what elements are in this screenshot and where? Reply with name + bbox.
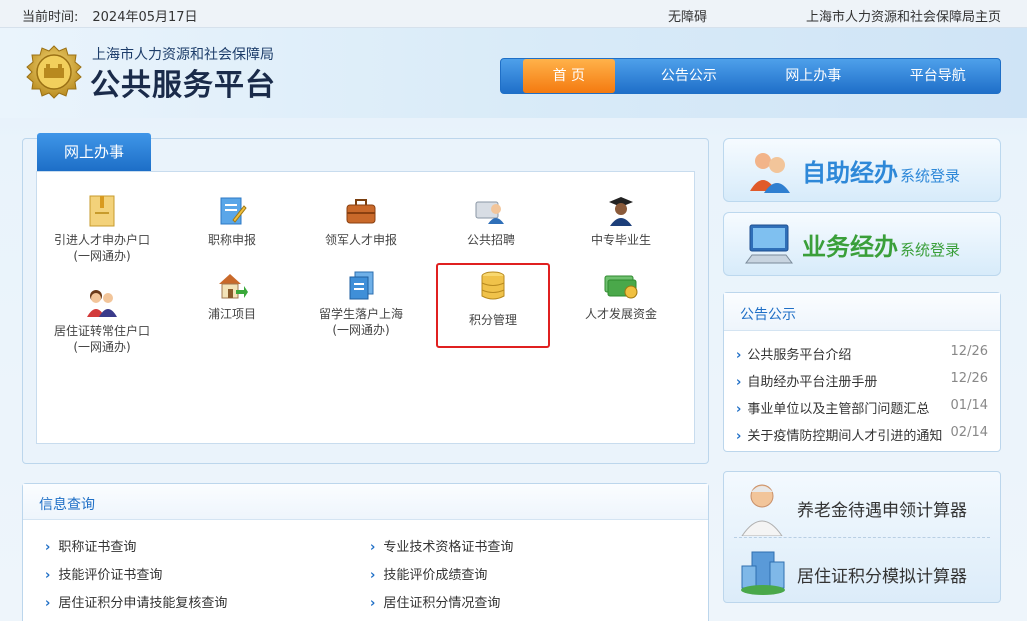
login-sub-text: 系统登录 [900, 241, 961, 259]
bureau-logo-icon [26, 45, 82, 99]
online-services-tab[interactable]: 网上办事 [37, 133, 151, 171]
computer-icon [745, 224, 793, 264]
current-date: 当前时间: 2024年05月17日 [22, 6, 198, 25]
service-label: 居住证转常住户口 [53, 324, 150, 338]
announcement-item[interactable]: 自助经办平台注册手册 12/26 [736, 371, 988, 390]
service-label: 中专毕业生 [590, 233, 651, 247]
briefcase-icon [346, 199, 376, 224]
service-sublabel: (一网通办) [73, 340, 131, 354]
service-talent-fund[interactable]: 人才发展资金 [556, 270, 686, 322]
nav-tab-home[interactable]: 首 页 [523, 59, 615, 93]
service-label: 留学生落户上海 [318, 307, 403, 321]
service-pujiang-project[interactable]: 浦江项目 [167, 270, 297, 322]
points-calculator-button[interactable]: 居住证积分模拟计算器 [724, 540, 1000, 602]
selection-highlight-box [436, 263, 550, 348]
accessibility-link[interactable]: 无障碍 [668, 6, 707, 25]
service-leading-talent[interactable]: 领军人才申报 [296, 194, 426, 248]
house-arrow-icon [219, 274, 248, 299]
service-title-application[interactable]: 职称申报 [167, 194, 297, 248]
query-title-cert[interactable]: 职称证书查询 [45, 536, 136, 555]
info-query-header: 信息查询 [23, 484, 708, 520]
business-login-button[interactable]: 业务经办 系统登录 [723, 212, 1001, 276]
calculator-divider [734, 537, 990, 538]
query-skill-score[interactable]: 技能评价成绩查询 [370, 564, 487, 583]
service-label: 职称申报 [207, 233, 256, 247]
date-value: 2024年05月17日 [92, 10, 198, 25]
announcement-date: 12/26 [950, 344, 988, 359]
platform-title: 公共服务平台 [90, 68, 276, 103]
announcement-title: 自助经办平台注册手册 [736, 375, 877, 390]
buildings-icon [741, 551, 785, 595]
service-sublabel: (一网通办) [332, 323, 390, 337]
service-residence-to-hukou[interactable]: 居住证转常住户口 (一网通办) [37, 287, 167, 355]
login-sub-text: 系统登录 [900, 167, 961, 185]
users-icon [750, 153, 790, 193]
elderly-person-icon [741, 484, 783, 536]
nav-tab-announcements[interactable]: 公告公示 [627, 59, 751, 93]
edit-document-icon [220, 197, 247, 225]
query-skill-cert[interactable]: 技能评价证书查询 [45, 564, 162, 583]
announcements-title: 公告公示 [740, 307, 796, 323]
bureau-home-link[interactable]: 上海市人力资源和社会保障局主页 [806, 6, 1001, 25]
announcement-title: 公共服务平台介绍 [736, 348, 851, 363]
service-label: 人才发展资金 [584, 307, 657, 321]
nav-tab-online-services[interactable]: 网上办事 [751, 59, 875, 93]
service-overseas-students[interactable]: 留学生落户上海 (一网通办) [296, 270, 426, 338]
info-query-panel: 信息查询 职称证书查询 技能评价证书查询 居住证积分申请技能复核查询 专业技术资… [22, 483, 709, 621]
query-professional-qualification[interactable]: 专业技术资格证书查询 [370, 536, 513, 555]
points-calculator-label: 居住证积分模拟计算器 [797, 567, 967, 587]
family-icon [87, 290, 117, 317]
announcement-date: 12/26 [950, 371, 988, 386]
query-points-skill-review[interactable]: 居住证积分申请技能复核查询 [45, 592, 227, 611]
service-public-recruit[interactable]: 公共招聘 [426, 194, 556, 248]
self-service-login-button[interactable]: 自助经办 系统登录 [723, 138, 1001, 202]
login-main-text: 业务经办 [802, 233, 898, 261]
site-header: 上海市人力资源和社会保障局 公共服务平台 首 页 公告公示 网上办事 平台导航 [0, 28, 1027, 118]
service-sublabel: (一网通办) [73, 249, 131, 263]
graduate-icon [609, 197, 633, 226]
date-label: 当前时间: [22, 10, 79, 25]
query-points-status[interactable]: 居住证积分情况查询 [370, 592, 500, 611]
nav-tab-site-nav[interactable]: 平台导航 [876, 59, 1000, 93]
self-service-login-label: 自助经办 系统登录 [802, 153, 960, 188]
service-label: 公共招聘 [466, 233, 515, 247]
money-icon [604, 275, 638, 299]
service-talent-hukou[interactable]: 引进人才申办户口 (一网通办) [37, 194, 167, 264]
business-login-label: 业务经办 系统登录 [802, 227, 960, 262]
login-main-text: 自助经办 [802, 159, 898, 187]
announcement-item[interactable]: 公共服务平台介绍 12/26 [736, 344, 988, 363]
pension-calculator-label: 养老金待遇申领计算器 [797, 501, 967, 521]
announcement-item[interactable]: 事业单位以及主管部门问题汇总 01/14 [736, 398, 988, 417]
service-label: 领军人才申报 [324, 233, 397, 247]
announcement-item[interactable]: 关于疫情防控期间人才引进的通知 02/14 [736, 425, 988, 444]
announcement-title: 事业单位以及主管部门问题汇总 [736, 402, 929, 417]
announcements-header: 公告公示 [724, 293, 1000, 331]
calculators-panel: 养老金待遇申领计算器 居住证积分模拟计算器 [723, 471, 1001, 603]
pension-calculator-button[interactable]: 养老金待遇申领计算器 [724, 474, 1000, 536]
folder-icon [89, 195, 115, 227]
top-bar: 当前时间: 2024年05月17日 无障碍 上海市人力资源和社会保障局主页 [0, 0, 1027, 28]
documents-icon [349, 271, 374, 300]
info-query-title: 信息查询 [39, 497, 95, 513]
service-tech-graduate[interactable]: 中专毕业生 [556, 194, 686, 248]
announcements-panel: 公告公示 公共服务平台介绍 12/26 自助经办平台注册手册 12/26 事业单… [723, 292, 1001, 452]
main-nav: 首 页 公告公示 网上办事 平台导航 [500, 58, 1001, 94]
announcement-date: 02/14 [950, 425, 988, 440]
service-label: 引进人才申办户口 [53, 233, 150, 247]
recruit-icon [475, 201, 504, 224]
service-label: 浦江项目 [207, 307, 256, 321]
announcement-title: 关于疫情防控期间人才引进的通知 [736, 429, 942, 444]
announcement-date: 01/14 [950, 398, 988, 413]
